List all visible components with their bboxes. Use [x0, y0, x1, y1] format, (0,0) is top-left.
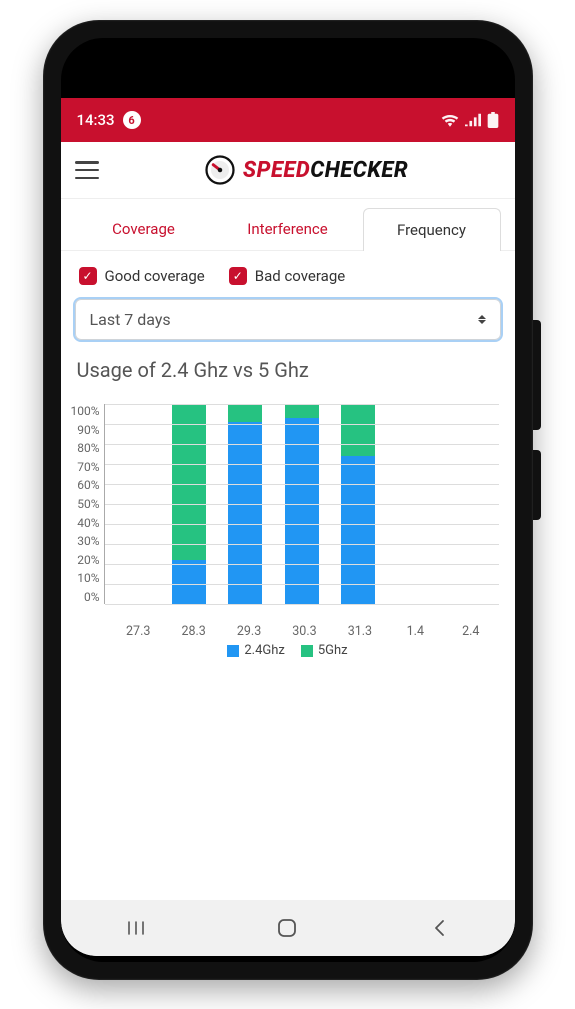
app-header: SPEEDCHECKER	[61, 142, 515, 198]
brand-word-2: CHECKER	[310, 158, 408, 183]
gridline	[105, 564, 499, 565]
status-notification-badge: 6	[123, 111, 141, 129]
bar-segment-5ghz	[285, 404, 319, 418]
nav-recents-button[interactable]	[116, 908, 156, 948]
chart-plot-area	[104, 404, 499, 604]
gridline	[105, 544, 499, 545]
y-tick: 90%	[71, 423, 100, 437]
back-icon	[432, 919, 446, 937]
y-tick: 0%	[71, 590, 100, 604]
y-tick: 60%	[71, 478, 100, 492]
gauge-icon	[205, 155, 235, 185]
legend-swatch-5ghz	[301, 645, 313, 657]
filter-row: ✓ Good coverage ✓ Bad coverage	[61, 251, 515, 293]
y-tick: 70%	[71, 460, 100, 474]
check-icon: ✓	[79, 267, 97, 285]
signal-icon	[465, 113, 481, 127]
check-icon: ✓	[229, 267, 247, 285]
bar-segment-5ghz	[341, 404, 375, 456]
x-tick: 30.3	[277, 618, 332, 639]
bezel: 14:33 6	[61, 38, 515, 962]
legend-label-24ghz: 2.4Ghz	[244, 643, 285, 658]
checkbox-bad-coverage[interactable]: ✓ Bad coverage	[229, 267, 345, 285]
nav-back-button[interactable]	[419, 908, 459, 948]
android-nav-bar	[61, 900, 515, 956]
brand-logo: SPEEDCHECKER	[113, 155, 501, 185]
y-tick: 100%	[71, 404, 100, 418]
checkbox-good-label: Good coverage	[105, 267, 205, 285]
nav-home-button[interactable]	[267, 908, 307, 948]
gridline	[105, 424, 499, 425]
recents-icon	[126, 920, 146, 936]
bar-segment-24ghz	[285, 418, 319, 604]
brand-word-1: SPEED	[243, 158, 310, 183]
chart-frequency-usage: 100% 90% 80% 70% 60% 50% 40% 30% 20% 10% 0% 27.328…	[61, 388, 515, 668]
y-tick: 30%	[71, 534, 100, 548]
x-tick: 27.3	[111, 618, 166, 639]
y-tick: 20%	[71, 553, 100, 567]
chart-y-axis: 100% 90% 80% 70% 60% 50% 40% 30% 20% 10% 0%	[71, 404, 104, 604]
x-tick: 28.3	[166, 618, 221, 639]
gridline	[105, 524, 499, 525]
legend-label-5ghz: 5Ghz	[318, 643, 348, 658]
gridline	[105, 584, 499, 585]
legend-swatch-24ghz	[227, 645, 239, 657]
battery-icon	[487, 112, 499, 128]
y-tick: 40%	[71, 516, 100, 530]
legend-item-5ghz: 5Ghz	[301, 643, 348, 658]
select-caret-icon	[478, 315, 486, 324]
checkbox-good-coverage[interactable]: ✓ Good coverage	[79, 267, 205, 285]
x-tick: 31.3	[332, 618, 387, 639]
tab-interference[interactable]: Interference	[219, 207, 357, 250]
home-icon	[276, 917, 298, 939]
screen: 14:33 6	[61, 98, 515, 956]
gridline	[105, 484, 499, 485]
menu-button[interactable]	[75, 161, 99, 179]
x-tick: 29.3	[221, 618, 276, 639]
x-tick: 1.4	[388, 618, 443, 639]
tab-frequency[interactable]: Frequency	[363, 208, 501, 251]
time-range-value: Last 7 days	[90, 310, 171, 329]
chart-x-axis: 27.328.329.330.331.31.42.4	[69, 618, 507, 639]
gridline	[105, 504, 499, 505]
bar-segment-24ghz	[172, 560, 206, 604]
time-range-select[interactable]: Last 7 days	[75, 299, 501, 340]
gridline	[105, 464, 499, 465]
gridline	[105, 444, 499, 445]
legend-item-24ghz: 2.4Ghz	[227, 643, 285, 658]
y-tick: 50%	[71, 497, 100, 511]
y-tick: 80%	[71, 441, 100, 455]
x-tick: 2.4	[443, 618, 498, 639]
chart-legend: 2.4Ghz 5Ghz	[69, 639, 507, 668]
y-tick: 10%	[71, 571, 100, 585]
bar-segment-5ghz	[172, 404, 206, 560]
bar-segment-5ghz	[228, 404, 262, 422]
checkbox-bad-label: Bad coverage	[255, 267, 345, 285]
bar-segment-24ghz	[341, 456, 375, 604]
chart-title: Usage of 2.4 Ghz vs 5 Ghz	[61, 346, 515, 388]
status-time: 14:33	[77, 111, 115, 129]
wifi-icon	[441, 113, 459, 127]
phone-frame: 14:33 6	[43, 20, 533, 980]
status-bar: 14:33 6	[61, 98, 515, 142]
gridline	[105, 604, 499, 605]
tab-bar: Coverage Interference Frequency	[61, 199, 515, 251]
gridline	[105, 404, 499, 405]
bar-segment-24ghz	[228, 422, 262, 604]
tab-coverage[interactable]: Coverage	[75, 207, 213, 250]
